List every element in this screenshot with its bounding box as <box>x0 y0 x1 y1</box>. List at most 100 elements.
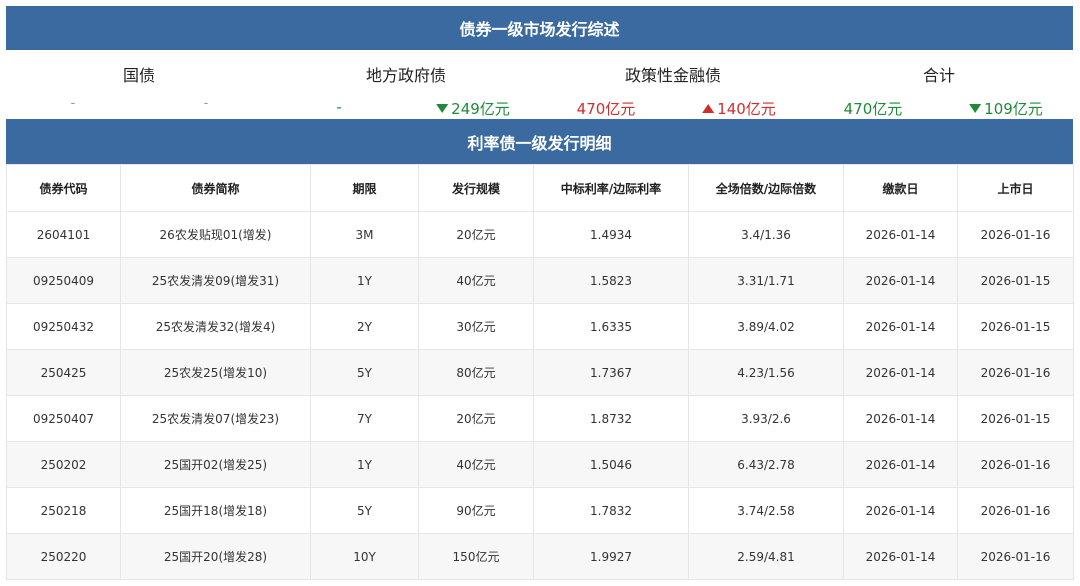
column-header: 中标利率/边际利率 <box>533 164 689 212</box>
summary-change: 109亿元 <box>969 98 1043 119</box>
category-label: 国债 <box>122 66 156 85</box>
table-row: 250425 25农发25(增发10) 5Y 80亿元 1.7367 4.23/1.56 2… <box>6 349 1074 396</box>
table-cell: 250218 <box>6 487 121 534</box>
column-header: 上市日 <box>957 164 1074 212</box>
summary-value: - <box>70 96 76 111</box>
summary-change: 249亿元 <box>436 98 510 119</box>
category-label: 地方政府债 <box>365 66 447 85</box>
down-triangle-icon <box>436 104 449 113</box>
table-cell: 2026-01-16 <box>957 211 1074 258</box>
summary-title: 债券一级市场发行综述 <box>459 20 620 39</box>
table-cell: 5Y <box>310 487 419 534</box>
table-cell: 09250407 <box>6 395 121 442</box>
table-cell: 1.7367 <box>533 349 689 396</box>
table-cell: 6.43/2.78 <box>688 441 844 488</box>
up-triangle-icon <box>702 104 715 113</box>
table-cell: 1Y <box>310 257 419 304</box>
summary-change: 140亿元 <box>702 98 776 119</box>
table-cell: 25国开20(增发28) <box>120 533 311 580</box>
summary-header: 债券一级市场发行综述 <box>6 6 1073 50</box>
table-cell: 3.4/1.36 <box>688 211 844 258</box>
table-cell: 250220 <box>6 533 121 580</box>
table-cell: 3.93/2.6 <box>688 395 844 442</box>
change-value: 249亿元 <box>451 100 510 118</box>
table-cell: 80亿元 <box>418 349 534 396</box>
detail-table: 债券代码 债券简称 期限 发行规模 中标利率/边际利率 全场倍数/边际倍数 缴款… <box>6 164 1074 580</box>
table-cell: 30亿元 <box>418 303 534 350</box>
table-cell: 2026-01-14 <box>843 257 958 304</box>
table-cell: 2026-01-16 <box>957 487 1074 534</box>
table-cell: 2026-01-15 <box>957 303 1074 350</box>
table-cell: 25农发25(增发10) <box>120 349 311 396</box>
change-value: 109亿元 <box>984 100 1043 118</box>
table-cell: 09250432 <box>6 303 121 350</box>
table-cell: 250202 <box>6 441 121 488</box>
table-cell: 3.74/2.58 <box>688 487 844 534</box>
column-header: 期限 <box>310 164 419 212</box>
category-label: 政策性金融债 <box>624 66 722 85</box>
table-cell: 25农发清发09(增发31) <box>120 257 311 304</box>
table-cell: 1Y <box>310 441 419 488</box>
table-cell: 2026-01-16 <box>957 349 1074 396</box>
column-header: 全场倍数/边际倍数 <box>688 164 844 212</box>
table-cell: 25国开02(增发25) <box>120 441 311 488</box>
detail-header: 利率债一级发行明细 <box>6 119 1073 164</box>
table-cell: 20亿元 <box>418 211 534 258</box>
table-row: 250202 25国开02(增发25) 1Y 40亿元 1.5046 6.43/2.78 2… <box>6 441 1074 488</box>
table-cell: 1.6335 <box>533 303 689 350</box>
table-cell: 150亿元 <box>418 533 534 580</box>
summary-value: - <box>203 96 209 111</box>
table-cell: 1.5046 <box>533 441 689 488</box>
table-cell: 25农发清发32(增发4) <box>120 303 311 350</box>
table-cell: 7Y <box>310 395 419 442</box>
table-cell: 250425 <box>6 349 121 396</box>
column-header: 发行规模 <box>418 164 534 212</box>
down-triangle-icon <box>969 104 982 113</box>
table-cell: 3.31/1.71 <box>688 257 844 304</box>
table-cell: 2Y <box>310 303 419 350</box>
table-cell: 40亿元 <box>418 441 534 488</box>
table-cell: 2.59/4.81 <box>688 533 844 580</box>
table-cell: 1.7832 <box>533 487 689 534</box>
table-row: 09250432 25农发清发32(增发4) 2Y 30亿元 1.6335 3.89/4.… <box>6 303 1074 350</box>
column-header: 缴款日 <box>843 164 958 212</box>
change-value: 140亿元 <box>717 100 776 118</box>
table-cell: 2026-01-14 <box>843 349 958 396</box>
table-cell: 2026-01-14 <box>843 303 958 350</box>
summary-value: 470亿元 <box>576 100 636 118</box>
table-cell: 2604101 <box>6 211 121 258</box>
table-row: 250218 25国开18(增发18) 5Y 90亿元 1.7832 3.74/2.58 2… <box>6 487 1074 534</box>
table-cell: 2026-01-14 <box>843 211 958 258</box>
table-cell: 09250409 <box>6 257 121 304</box>
detail-title: 利率债一级发行明细 <box>467 133 612 153</box>
table-cell: 1.9927 <box>533 533 689 580</box>
table-header-row: 债券代码 债券简称 期限 发行规模 中标利率/边际利率 全场倍数/边际倍数 缴款… <box>6 164 1074 212</box>
table-cell: 2026-01-14 <box>843 533 958 580</box>
table-cell: 25农发清发07(增发23) <box>120 395 311 442</box>
column-header: 债券简称 <box>120 164 311 212</box>
table-cell: 1.4934 <box>533 211 689 258</box>
table-cell: 3M <box>310 211 419 258</box>
summary-value: - <box>336 98 342 116</box>
table-row: 2604101 26农发贴现01(增发) 3M 20亿元 1.4934 3.4/1.36 2… <box>6 211 1074 258</box>
table-cell: 25国开18(增发18) <box>120 487 311 534</box>
table-cell: 20亿元 <box>418 395 534 442</box>
table-cell: 2026-01-14 <box>843 487 958 534</box>
table-row: 250220 25国开20(增发28) 10Y 150亿元 1.9927 2.59/4.8… <box>6 533 1074 580</box>
table-cell: 1.5823 <box>533 257 689 304</box>
table-cell: 2026-01-15 <box>957 257 1074 304</box>
table-cell: 1.8732 <box>533 395 689 442</box>
page: 债券一级市场发行综述 国债 地方政府债 政策性金融债 合计 - - - 249亿… <box>0 0 1080 586</box>
table-row: 09250407 25农发清发07(增发23) 7Y 20亿元 1.8732 3.93/2… <box>6 395 1074 442</box>
table-cell: 2026-01-14 <box>843 441 958 488</box>
table-cell: 2026-01-16 <box>957 441 1074 488</box>
table-cell: 2026-01-14 <box>843 395 958 442</box>
table-cell: 3.89/4.02 <box>688 303 844 350</box>
table-cell: 26农发贴现01(增发) <box>120 211 311 258</box>
category-label: 合计 <box>922 66 956 85</box>
table-cell: 2026-01-16 <box>957 533 1074 580</box>
summary-value: 470亿元 <box>843 100 903 118</box>
column-header: 债券代码 <box>6 164 121 212</box>
table-row: 09250409 25农发清发09(增发31) 1Y 40亿元 1.5823 3.31/1… <box>6 257 1074 304</box>
table-cell: 4.23/1.56 <box>688 349 844 396</box>
